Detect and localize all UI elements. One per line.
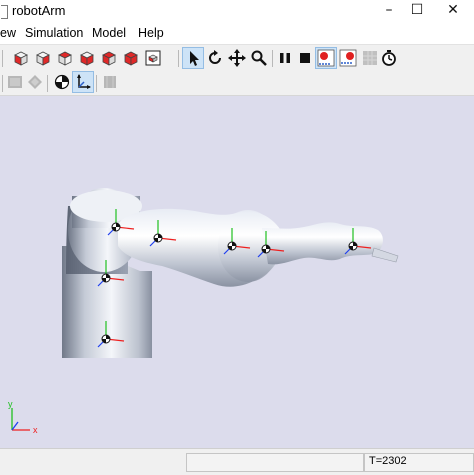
toolbar-separator <box>2 75 3 92</box>
view-left-icon[interactable] <box>55 48 75 68</box>
toolbar-separator <box>178 50 179 67</box>
select-pointer-icon[interactable] <box>182 47 204 69</box>
timer-icon[interactable] <box>379 48 399 68</box>
menu-view[interactable]: ew <box>0 26 16 40</box>
minimize-button[interactable]: – <box>376 1 402 19</box>
toolbar-separator <box>272 50 273 67</box>
grid-icon[interactable] <box>360 48 380 68</box>
secondary-toolbar <box>0 70 474 96</box>
axis-y-label: y <box>8 399 13 409</box>
toolbar-separator <box>96 75 97 92</box>
center-of-mass-icon[interactable] <box>52 72 72 92</box>
axes-frames-icon[interactable] <box>72 71 94 93</box>
perspective-icon[interactable] <box>25 72 45 92</box>
status-bar: T=2302 <box>0 448 474 475</box>
view-top-icon[interactable] <box>99 48 119 68</box>
toolbar-separator <box>2 50 3 67</box>
pan-icon[interactable] <box>227 48 247 68</box>
menu-model[interactable]: Model <box>92 26 126 40</box>
toolbar-separator <box>47 75 48 92</box>
settings-icon[interactable] <box>100 72 120 92</box>
menu-help[interactable]: Help <box>138 26 164 40</box>
record-settings-icon[interactable] <box>338 48 358 68</box>
stop-icon[interactable] <box>295 48 315 68</box>
main-toolbar <box>0 44 474 71</box>
robot-arm-scene: x y <box>8 188 399 435</box>
window-title: robotArm <box>12 3 66 18</box>
view-back-icon[interactable] <box>33 48 53 68</box>
menu-bar: ew Simulation Model Help <box>0 22 474 44</box>
status-field-blank <box>186 453 364 472</box>
status-field-time: T=2302 <box>364 453 474 472</box>
fit-view-icon[interactable] <box>143 48 163 68</box>
title-bar: robotArm – ☐ ✕ <box>0 0 474 22</box>
axis-indicator: x y <box>8 399 38 435</box>
maximize-button[interactable]: ☐ <box>404 1 430 19</box>
view-bottom-icon[interactable] <box>121 48 141 68</box>
rotate-icon[interactable] <box>205 48 225 68</box>
pause-icon[interactable] <box>275 48 295 68</box>
menu-simulation[interactable]: Simulation <box>25 26 83 40</box>
zoom-icon[interactable] <box>249 48 269 68</box>
box-icon[interactable] <box>5 72 25 92</box>
3d-viewport[interactable]: x y <box>0 96 474 448</box>
close-button[interactable]: ✕ <box>440 1 466 19</box>
view-front-icon[interactable] <box>11 48 31 68</box>
record-icon[interactable] <box>315 47 337 69</box>
view-right-icon[interactable] <box>77 48 97 68</box>
axis-x-label: x <box>33 425 38 435</box>
robot-forearm <box>262 222 399 265</box>
simulation-time: T=2302 <box>369 455 407 467</box>
app-icon <box>1 5 8 19</box>
